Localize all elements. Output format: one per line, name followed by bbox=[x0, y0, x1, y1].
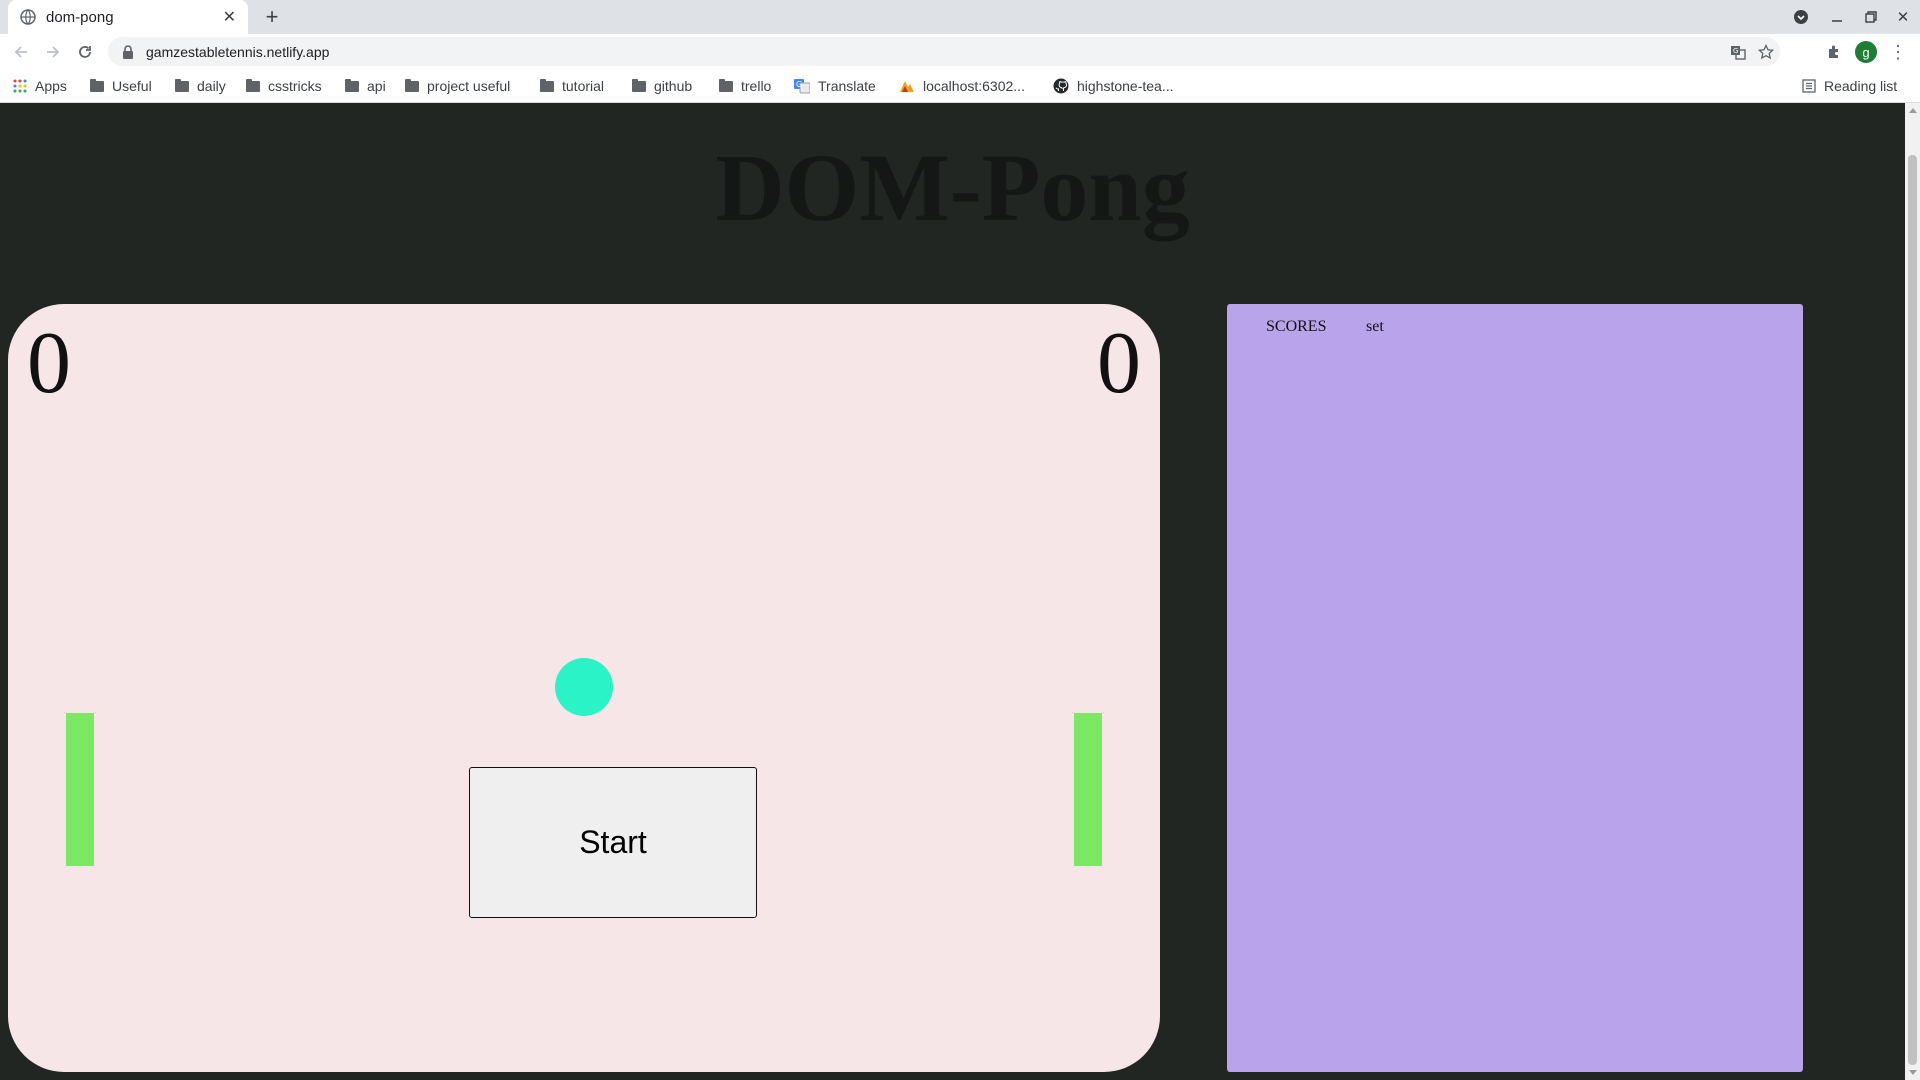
folder-icon bbox=[175, 78, 189, 92]
bookmark-project-useful[interactable]: project useful bbox=[405, 69, 510, 103]
bookmark-daily[interactable]: daily bbox=[175, 69, 226, 103]
tab-close-icon[interactable]: ✕ bbox=[223, 7, 236, 27]
scores-panel: SCORES set bbox=[1227, 304, 1803, 1072]
start-button[interactable]: Start bbox=[469, 767, 757, 918]
bookmark-trello[interactable]: trello bbox=[719, 69, 771, 103]
restore-icon[interactable] bbox=[1856, 0, 1886, 34]
bookmark-label: trello bbox=[741, 78, 772, 94]
scrollbar-thumb[interactable] bbox=[1908, 155, 1917, 1065]
reading-list-label: Reading list bbox=[1824, 78, 1898, 94]
page-content: DOM-Pong 0 0 Start SCORES set bbox=[0, 103, 1920, 1080]
bookmark-highstone[interactable]: highstone-tea... bbox=[1053, 69, 1174, 103]
reload-icon[interactable] bbox=[72, 39, 98, 65]
right-paddle bbox=[1074, 713, 1102, 866]
bookmark-apps[interactable]: Apps bbox=[13, 69, 67, 103]
bookmark-label: highstone-tea... bbox=[1077, 78, 1174, 94]
lock-icon bbox=[123, 44, 133, 59]
folder-icon bbox=[632, 78, 646, 92]
url-text: gamzestabletennis.netlify.app bbox=[146, 43, 330, 60]
bookmark-label: api bbox=[367, 78, 386, 94]
apps-grid-icon bbox=[13, 79, 27, 93]
bookmark-translate[interactable]: G Translate bbox=[794, 69, 876, 103]
game-court: 0 0 Start bbox=[8, 304, 1160, 1072]
bookmark-label: csstricks bbox=[268, 78, 322, 94]
bookmark-localhost[interactable]: localhost:6302... bbox=[899, 69, 1025, 103]
tab-title: dom-pong bbox=[46, 8, 114, 26]
folder-icon bbox=[405, 78, 419, 92]
bookmark-label: Apps bbox=[35, 78, 67, 94]
avatar-letter: g bbox=[1855, 41, 1877, 63]
bookmarks-bar: Apps Useful daily csstricks api project … bbox=[0, 69, 1920, 103]
browser-toolbar: gamzestabletennis.netlify.app G g ⋮ bbox=[0, 34, 1920, 69]
kebab-menu-icon[interactable]: ⋮ bbox=[1884, 37, 1912, 67]
reading-list-button[interactable]: Reading list bbox=[1802, 69, 1897, 103]
back-arrow-icon[interactable] bbox=[8, 39, 34, 65]
globe-icon bbox=[20, 9, 36, 25]
set-header: set bbox=[1366, 318, 1384, 335]
bookmark-label: github bbox=[654, 78, 693, 94]
right-score: 0 bbox=[1097, 315, 1141, 412]
google-translate-icon: G bbox=[794, 79, 810, 94]
github-icon bbox=[1053, 78, 1069, 94]
bookmark-label: daily bbox=[197, 78, 226, 94]
profile-avatar[interactable]: g bbox=[1852, 37, 1880, 67]
tab-search-icon[interactable] bbox=[1786, 0, 1816, 34]
svg-text:G: G bbox=[1733, 47, 1738, 55]
svg-text:G: G bbox=[796, 80, 802, 89]
bookmark-label: project useful bbox=[427, 78, 511, 94]
bookmark-label: Translate bbox=[818, 78, 876, 94]
close-window-icon[interactable]: ✕ bbox=[1888, 0, 1918, 34]
ball bbox=[555, 658, 613, 716]
reading-list-icon bbox=[1802, 79, 1816, 93]
tab-dom-pong[interactable]: dom-pong ✕ bbox=[8, 0, 248, 34]
folder-icon bbox=[719, 78, 733, 92]
bookmark-label: localhost:6302... bbox=[923, 78, 1025, 94]
bookmark-csstricks[interactable]: csstricks bbox=[246, 69, 322, 103]
bookmark-api[interactable]: api bbox=[345, 69, 386, 103]
tab-strip: dom-pong ✕ + ✕ bbox=[0, 0, 1920, 34]
scroll-down-arrow-icon[interactable] bbox=[1909, 1070, 1917, 1075]
minimize-icon[interactable] bbox=[1822, 0, 1852, 34]
folder-icon bbox=[345, 78, 359, 92]
left-score: 0 bbox=[27, 315, 71, 412]
bookmark-tutorial[interactable]: tutorial bbox=[540, 69, 604, 103]
address-bar[interactable]: gamzestabletennis.netlify.app G bbox=[108, 37, 1780, 66]
bookmark-github[interactable]: github bbox=[632, 69, 692, 103]
page-scrollbar[interactable] bbox=[1905, 103, 1920, 1080]
folder-icon bbox=[540, 78, 554, 92]
new-tab-plus-icon[interactable]: + bbox=[258, 4, 286, 30]
bookmark-label: tutorial bbox=[562, 78, 605, 94]
localhost-favicon-icon bbox=[900, 81, 914, 92]
bookmark-useful[interactable]: Useful bbox=[90, 69, 152, 103]
forward-arrow-icon[interactable] bbox=[40, 39, 66, 65]
scores-header: SCORES bbox=[1266, 318, 1327, 335]
folder-icon bbox=[246, 78, 260, 92]
bookmark-label: Useful bbox=[112, 78, 152, 94]
folder-icon bbox=[90, 78, 104, 92]
left-paddle bbox=[66, 713, 94, 866]
translate-icon[interactable]: G bbox=[1724, 38, 1752, 66]
scroll-up-arrow-icon[interactable] bbox=[1909, 108, 1917, 113]
bookmark-star-icon[interactable] bbox=[1752, 38, 1780, 66]
page-title: DOM-Pong bbox=[715, 134, 1190, 241]
extensions-puzzle-icon[interactable] bbox=[1820, 37, 1848, 67]
